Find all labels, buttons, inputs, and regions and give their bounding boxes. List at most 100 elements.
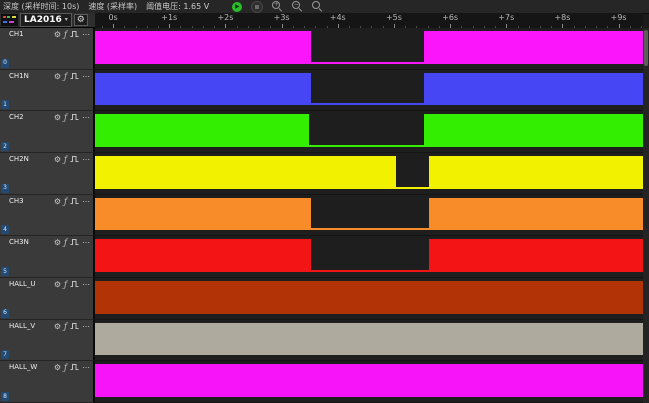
gear-icon[interactable]: ⚙	[54, 198, 61, 206]
app-logo	[1, 14, 18, 26]
waveform-high-segment	[95, 156, 396, 189]
channel-row: 5 CH3N ⚙ƒ ⋯	[0, 236, 643, 278]
waveform-low-segment	[311, 228, 429, 230]
ruler-label: +1s	[161, 14, 177, 22]
channel-row: 6HALL_U⚙ƒ⋯	[0, 278, 643, 320]
channel-sidebar-item[interactable]: 2CH2⚙ƒ⋯	[0, 111, 95, 153]
zoom-out-button[interactable]: −	[292, 1, 303, 12]
channel-index-badge: 7	[1, 350, 9, 359]
channel-index-badge: 0	[1, 59, 9, 68]
time-ruler[interactable]: 0s+1s+2s+3s+4s+5s+6s+7s+8s+9s	[95, 13, 643, 29]
channel-sidebar-item[interactable]: 4CH3⚙ƒ⋯	[0, 195, 95, 237]
scrollbar-thumb[interactable]	[644, 30, 648, 66]
gear-icon[interactable]: ⚙	[54, 114, 61, 122]
channel-sidebar-item[interactable]: 3 CH2N ⚙ƒ ⋯	[0, 153, 95, 195]
run-button[interactable]: ▶	[232, 2, 242, 12]
more-icon[interactable]: ⋯	[82, 114, 90, 122]
channel-name: CH2N	[9, 156, 29, 163]
ruler-label: +9s	[611, 14, 627, 22]
function-icon[interactable]: ƒ	[64, 239, 67, 247]
channel-index-badge: 3	[1, 184, 9, 193]
waveform-low-segment	[311, 103, 423, 105]
vertical-scrollbar[interactable]	[643, 28, 649, 403]
function-icon[interactable]: ƒ	[64, 198, 67, 206]
channel-rows: 0CH1⚙ƒ⋯1CH1N⚙ƒ⋯2CH2⚙ƒ⋯3CH2N⚙ƒ⋯4CH3⚙ƒ⋯5CH…	[0, 28, 643, 403]
waveform-high-segment	[95, 281, 643, 314]
channel-sidebar-item[interactable]: 5 CH3N ⚙ƒ ⋯	[0, 236, 95, 278]
function-icon[interactable]: ƒ	[64, 156, 67, 164]
waveform-row[interactable]	[95, 70, 643, 112]
more-icon[interactable]: ⋯	[82, 281, 90, 289]
waveform-row[interactable]	[95, 28, 643, 70]
gear-icon[interactable]: ⚙	[54, 239, 61, 247]
stop-icon	[255, 5, 259, 9]
waveform-row[interactable]	[95, 361, 643, 403]
channel-name: HALL_V	[9, 323, 35, 330]
waveform-row[interactable]	[95, 195, 643, 237]
trigger-edge-icon[interactable]	[70, 113, 79, 123]
zoom-in-button[interactable]: +	[272, 1, 283, 12]
gear-icon[interactable]: ⚙	[54, 364, 61, 372]
sample-rate-dropdown[interactable]: 速度 (采样率)	[88, 0, 137, 13]
gear-icon[interactable]: ⚙	[54, 73, 61, 81]
function-icon[interactable]: ƒ	[64, 323, 67, 331]
channel-sidebar-item[interactable]: 7 HALL_V ⚙ƒ ⋯	[0, 320, 95, 362]
function-icon[interactable]: ƒ	[64, 281, 67, 289]
gear-icon: ⚙	[77, 16, 85, 25]
channel-index-badge: 1	[1, 100, 9, 109]
more-icon[interactable]: ⋯	[82, 364, 90, 372]
more-icon[interactable]: ⋯	[82, 156, 90, 164]
gear-icon[interactable]: ⚙	[54, 156, 61, 164]
stop-button[interactable]	[251, 1, 263, 13]
more-icon[interactable]: ⋯	[82, 31, 90, 39]
logic-analyzer-window: 深度 (采样时间: 10s) 速度 (采样率) 阈值电压: 1.65 V ▶ +…	[0, 0, 649, 403]
channel-index-badge: 8	[1, 392, 9, 401]
more-icon[interactable]: ⋯	[82, 323, 90, 331]
trigger-edge-icon[interactable]	[70, 322, 79, 332]
gear-icon[interactable]: ⚙	[54, 323, 61, 331]
waveform-row[interactable]	[95, 278, 643, 320]
channel-index-badge: 6	[1, 309, 9, 318]
channel-sidebar-item[interactable]: 6HALL_U⚙ƒ⋯	[0, 278, 95, 320]
channel-index-badge: 4	[1, 225, 9, 234]
waveform-row[interactable]	[95, 320, 643, 362]
function-icon[interactable]: ƒ	[64, 114, 67, 122]
waveform-high-segment	[424, 73, 643, 106]
channel-icons: ⚙ƒ ⋯	[54, 30, 90, 40]
device-select[interactable]: LA2016 ▾	[20, 13, 72, 27]
more-icon[interactable]: ⋯	[82, 198, 90, 206]
trigger-edge-icon[interactable]	[70, 72, 79, 82]
function-icon[interactable]: ƒ	[64, 31, 67, 39]
channel-icons: ⚙ƒ ⋯	[54, 72, 90, 82]
more-icon[interactable]: ⋯	[82, 73, 90, 81]
trigger-edge-icon[interactable]	[70, 280, 79, 290]
waveform-row[interactable]	[95, 236, 643, 278]
ruler-label: +8s	[554, 14, 570, 22]
channel-sidebar-item[interactable]: 1CH1N⚙ƒ⋯	[0, 70, 95, 112]
channel-index-badge: 5	[1, 267, 9, 276]
channel-name: CH3N	[9, 239, 29, 246]
trigger-edge-icon[interactable]	[70, 238, 79, 248]
gear-icon[interactable]: ⚙	[54, 281, 61, 289]
channel-sidebar-item[interactable]: 8HALL_W⚙ƒ⋯	[0, 361, 95, 403]
more-icon[interactable]: ⋯	[82, 239, 90, 247]
zoom-fit-button[interactable]	[312, 1, 323, 12]
device-settings-button[interactable]: ⚙	[74, 14, 88, 26]
trigger-edge-icon[interactable]	[70, 30, 79, 40]
device-bar: LA2016 ▾ ⚙	[0, 13, 95, 28]
chevron-down-icon: ▾	[65, 17, 68, 23]
trigger-edge-icon[interactable]	[70, 197, 79, 207]
function-icon[interactable]: ƒ	[64, 364, 67, 372]
trigger-edge-icon[interactable]	[70, 363, 79, 373]
channel-icons: ⚙ƒ ⋯	[54, 280, 90, 290]
function-icon[interactable]: ƒ	[64, 73, 67, 81]
trigger-edge-icon[interactable]	[70, 155, 79, 165]
waveform-row[interactable]	[95, 153, 643, 195]
channel-sidebar-item[interactable]: 0CH1⚙ƒ⋯	[0, 28, 95, 70]
ruler-label: +6s	[442, 14, 458, 22]
gear-icon[interactable]: ⚙	[54, 31, 61, 39]
sample-depth-dropdown[interactable]: 深度 (采样时间: 10s)	[3, 0, 79, 13]
threshold-voltage-control[interactable]: 阈值电压: 1.65 V	[146, 0, 209, 13]
channel-icons: ⚙ƒ ⋯	[54, 322, 90, 332]
waveform-row[interactable]	[95, 111, 643, 153]
